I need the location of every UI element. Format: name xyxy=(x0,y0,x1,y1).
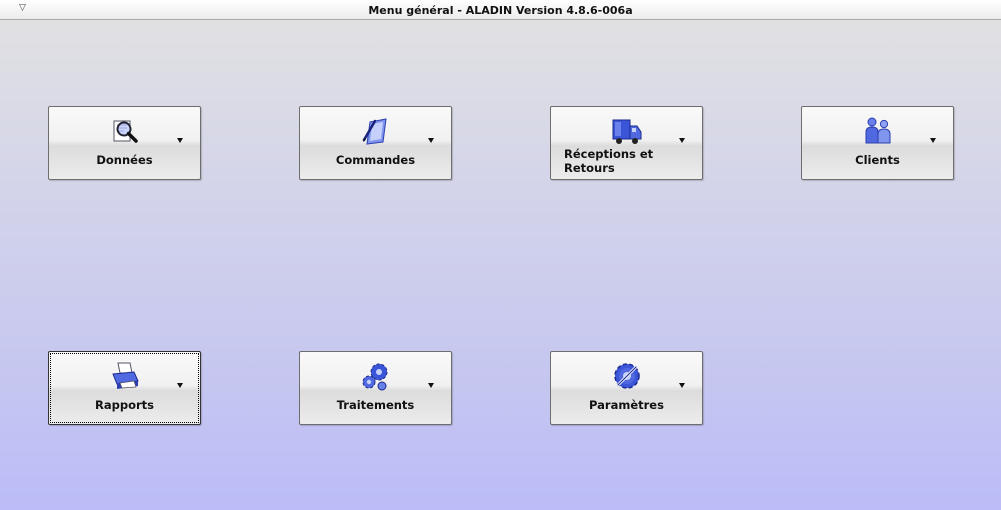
dropdown-arrow-icon[interactable] xyxy=(428,138,434,143)
parametres-button[interactable]: Paramètres xyxy=(550,351,703,425)
dropdown-arrow-icon[interactable] xyxy=(930,138,936,143)
tile-label: Réceptions et Retours xyxy=(564,147,654,175)
dropdown-arrow-icon[interactable] xyxy=(428,383,434,388)
clients-button[interactable]: Clients xyxy=(801,106,954,180)
donnees-button[interactable]: Données xyxy=(48,106,201,180)
title-bar: ▽ Menu général - ALADIN Version 4.8.6-00… xyxy=(0,0,1001,20)
tile-label: Commandes xyxy=(335,153,416,167)
dropdown-arrow-icon[interactable] xyxy=(177,138,183,143)
dropdown-arrow-icon[interactable] xyxy=(679,138,685,143)
tile-label: Paramètres xyxy=(589,398,664,412)
gears-icon xyxy=(361,361,391,391)
dropdown-arrow-icon[interactable] xyxy=(679,383,685,388)
rapports-button[interactable]: Rapports xyxy=(48,351,201,425)
tile-label: Données xyxy=(96,153,153,167)
window-title: Menu général - ALADIN Version 4.8.6-006a xyxy=(368,4,633,17)
people-icon xyxy=(863,116,893,146)
tile-label: Rapports xyxy=(95,398,154,412)
truck-icon xyxy=(612,116,642,146)
tile-label: Traitements xyxy=(336,398,415,412)
wrench-gear-icon xyxy=(612,361,642,391)
clipboard-pen-icon xyxy=(361,116,391,146)
traitements-button[interactable]: Traitements xyxy=(299,351,452,425)
commandes-button[interactable]: Commandes xyxy=(299,106,452,180)
tile-label: Clients xyxy=(855,153,900,167)
magnifier-document-icon xyxy=(110,116,140,146)
dropdown-arrow-icon[interactable] xyxy=(177,383,183,388)
receptions-retours-button[interactable]: Réceptions et Retours xyxy=(550,106,703,180)
printer-icon xyxy=(110,361,140,391)
